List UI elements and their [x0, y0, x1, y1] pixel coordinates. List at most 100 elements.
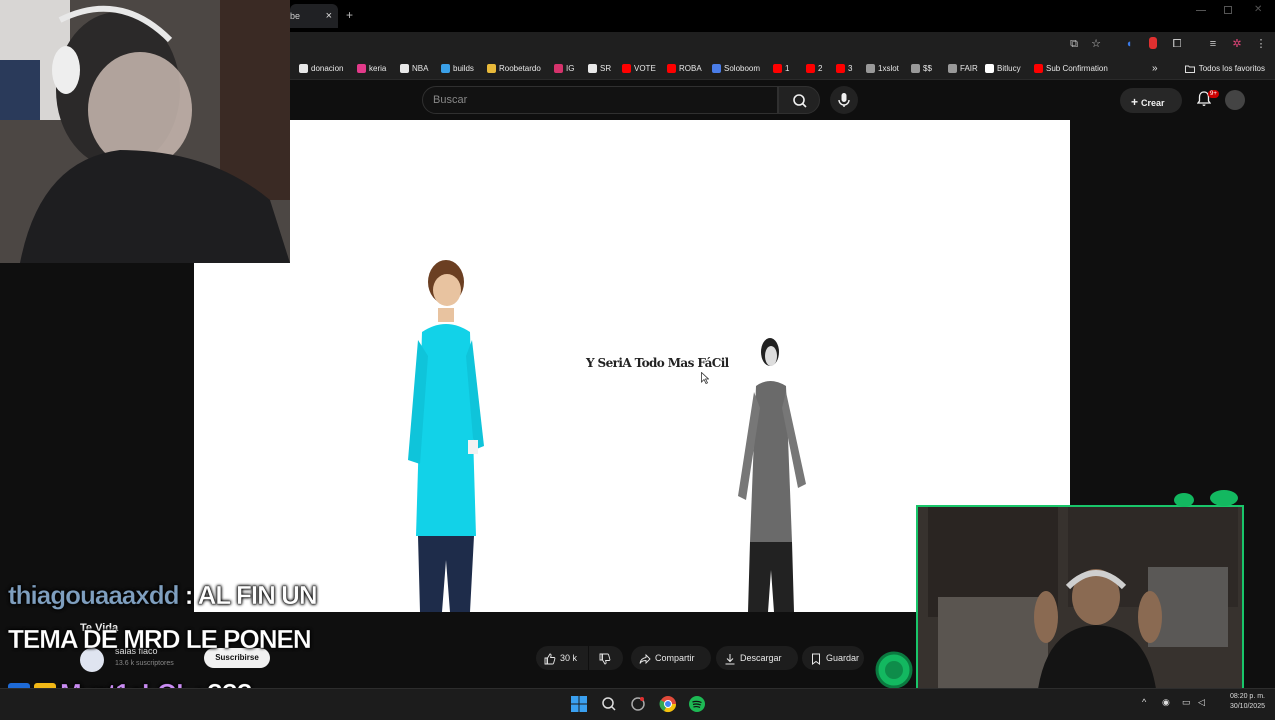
- share-icon: [639, 653, 651, 664]
- browser-menu-icon[interactable]: ⋮: [1254, 37, 1268, 51]
- bookmark-item[interactable]: 1: [773, 62, 789, 75]
- bookmark-favicon-icon: [667, 64, 676, 73]
- bookmark-favicon-icon: [554, 64, 563, 73]
- bookmarks-overflow-icon[interactable]: »: [1152, 62, 1158, 75]
- tray-overflow-icon[interactable]: ^: [1142, 697, 1146, 707]
- account-avatar[interactable]: [1225, 90, 1245, 110]
- bookmark-favicon-icon: [441, 64, 450, 73]
- bookmark-favicon-icon: [622, 64, 631, 73]
- bookmark-favicon-icon: [487, 64, 496, 73]
- spotify-icon[interactable]: [688, 695, 706, 713]
- bookmark-item[interactable]: SR: [588, 62, 611, 75]
- thumbs-up-icon: [544, 653, 556, 665]
- bookmark-label: ROBA: [679, 64, 702, 73]
- poker-chips-decoration: [1174, 490, 1238, 507]
- mouse-cursor-icon: [701, 372, 709, 384]
- bookmark-label: FAIR: [960, 64, 978, 73]
- search-button[interactable]: [778, 86, 820, 114]
- chat-username-1: thiagouaaaxdd: [8, 580, 180, 611]
- extension-record-icon[interactable]: [1146, 37, 1160, 51]
- bookmark-item[interactable]: Soloboom: [712, 62, 760, 75]
- microphone-icon: [838, 93, 850, 107]
- bookmark-label: SR: [600, 64, 612, 73]
- like-button[interactable]: 30 k: [536, 646, 588, 670]
- search-icon: [793, 94, 807, 108]
- bookmark-icon: [812, 653, 820, 665]
- bookmark-favicon-icon: [866, 64, 875, 73]
- download-button[interactable]: Descargar: [716, 646, 798, 670]
- webcam-overlay-guest: [916, 505, 1244, 691]
- extensions-puzzle-icon[interactable]: ⧠: [1170, 37, 1184, 51]
- webcam-overlay-streamer: [0, 0, 290, 263]
- volume-icon[interactable]: ◁: [1198, 697, 1205, 708]
- install-app-icon[interactable]: ⧉: [1067, 37, 1081, 51]
- bookmark-label: keria: [369, 64, 387, 73]
- window-close-icon[interactable]: ✕: [1254, 4, 1262, 15]
- network-icon[interactable]: ▭: [1182, 697, 1191, 708]
- voice-search-button[interactable]: [830, 86, 858, 114]
- bookmark-label: 1xslot: [878, 64, 899, 73]
- bookmark-item[interactable]: Sub Confirmation: [1034, 62, 1108, 75]
- tab-search-icon[interactable]: ≡: [1206, 37, 1220, 51]
- bookmark-label: builds: [453, 64, 474, 73]
- chat-text-1b: TEMA DE MRD LE PONEN: [8, 624, 312, 655]
- download-icon: [725, 653, 735, 665]
- bookmark-favicon-icon: [911, 64, 920, 73]
- plus-icon: +: [1131, 95, 1139, 109]
- save-button[interactable]: Guardar: [802, 646, 864, 670]
- notifications-badge: 9+: [1208, 90, 1219, 98]
- browser-tab[interactable]: be ×: [290, 4, 338, 28]
- youtube-header: Buscar + Crear 9+: [290, 80, 1275, 120]
- bookmark-favicon-icon: [1034, 64, 1043, 73]
- taskbar-app-icon[interactable]: [630, 696, 646, 712]
- bookmark-label: IG: [566, 64, 575, 73]
- bookmark-item[interactable]: IG: [554, 62, 574, 75]
- extension-icon[interactable]: ◖: [1122, 37, 1136, 51]
- thumbs-down-icon: [599, 653, 611, 665]
- all-bookmarks-folder[interactable]: Todos los favoritos: [1184, 62, 1265, 75]
- bookmark-item[interactable]: builds: [441, 62, 474, 75]
- tab-close-icon[interactable]: ×: [326, 10, 332, 22]
- bookmark-item[interactable]: FAIR: [948, 62, 978, 75]
- poker-chip-decoration: [875, 651, 913, 689]
- search-input[interactable]: Buscar: [422, 86, 778, 114]
- bookmark-label: NBA: [412, 64, 429, 73]
- bookmark-favicon-icon: [588, 64, 597, 73]
- bookmark-favicon-icon: [357, 64, 366, 73]
- windows-start-icon[interactable]: [571, 696, 587, 712]
- bookmark-item[interactable]: 2: [806, 62, 822, 75]
- bookmark-label: 2: [818, 64, 823, 73]
- bookmark-item[interactable]: donacion: [299, 62, 343, 75]
- bookmark-item[interactable]: 1xslot: [866, 62, 899, 75]
- chrome-icon[interactable]: [659, 695, 677, 713]
- bookmark-label: VOTE: [634, 64, 656, 73]
- minimize-icon[interactable]: [1196, 10, 1206, 11]
- chat-message-1: thiagouaaaxdd : AL FIN UN: [8, 580, 318, 611]
- bookmark-item[interactable]: NBA: [400, 62, 428, 75]
- all-bookmarks-label: Todos los favoritos: [1198, 64, 1265, 73]
- taskbar-clock[interactable]: 08:20 p. m. 30/10/2025: [1230, 692, 1265, 712]
- share-button[interactable]: Compartir: [631, 646, 711, 670]
- microphone-tray-icon[interactable]: ◉: [1162, 697, 1170, 708]
- bookmark-item[interactable]: Bitlucy: [985, 62, 1021, 75]
- bookmark-favicon-icon: [985, 64, 994, 73]
- taskbar-search-icon[interactable]: [601, 696, 617, 712]
- dislike-button[interactable]: [589, 646, 623, 670]
- bookmark-star-icon[interactable]: ☆: [1089, 37, 1103, 51]
- chat-message-1-continued: TEMA DE MRD LE PONEN: [8, 624, 312, 655]
- bookmark-item[interactable]: $$: [911, 62, 932, 75]
- bookmark-item[interactable]: VOTE: [622, 62, 656, 75]
- profile-icon[interactable]: ✲: [1230, 37, 1244, 51]
- create-button[interactable]: + Crear: [1120, 88, 1182, 113]
- bookmark-item[interactable]: 3: [836, 62, 852, 75]
- bookmark-item[interactable]: keria: [357, 62, 386, 75]
- bookmark-favicon-icon: [836, 64, 845, 73]
- bookmark-item[interactable]: Roobetardo: [487, 62, 541, 75]
- webcam-feed-image: [0, 0, 290, 263]
- maximize-icon[interactable]: [1224, 6, 1232, 14]
- new-tab-button[interactable]: +: [346, 8, 353, 22]
- bookmark-item[interactable]: ROBA: [667, 62, 702, 75]
- bookmark-favicon-icon: [400, 64, 409, 73]
- bookmark-label: 1: [785, 64, 790, 73]
- chat-separator-1: :: [178, 580, 198, 611]
